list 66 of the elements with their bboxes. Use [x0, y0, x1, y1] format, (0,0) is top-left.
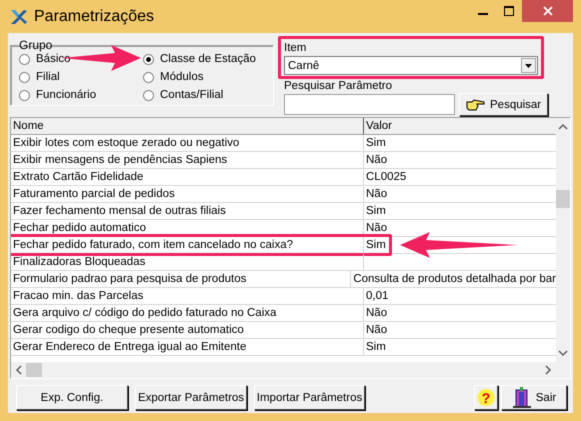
vertical-scrollbar[interactable]	[556, 118, 570, 378]
column-header[interactable]: Valor	[364, 118, 556, 134]
scroll-right-icon[interactable]	[543, 365, 553, 376]
radio-button[interactable]	[143, 72, 154, 82]
table-cell-text: 0,01	[365, 289, 388, 304]
radio-button[interactable]	[19, 72, 30, 82]
radio-label[interactable]: Contas/Filial	[160, 89, 224, 101]
table-cell-text: Não	[365, 323, 388, 338]
table-cell-text: Não	[365, 306, 388, 322]
caret-icon[interactable]	[525, 64, 532, 68]
table-cell-text: Não	[365, 187, 388, 202]
search-button[interactable]: Pesquisar	[459, 93, 548, 116]
help-button[interactable]: ?	[474, 385, 498, 410]
table-cell-text: Não	[365, 221, 388, 236]
table-cell: Faturamento parcial de pedidos	[11, 186, 364, 202]
table-cell-text: Consulta de produtos detalhada por bar	[352, 272, 556, 288]
scroll-left-icon[interactable]	[14, 365, 24, 376]
table-cell: Fracao min. das Parcelas	[11, 288, 364, 304]
horizontal-scrollbar[interactable]	[11, 362, 556, 378]
table-cell: Fazer fechamento mensal de outras filiais	[11, 203, 364, 220]
table-cell-text: Sim	[365, 238, 386, 254]
action-button[interactable]: Importar Parâmetros	[254, 385, 365, 410]
maximize-icon[interactable]	[504, 6, 514, 16]
radio-label[interactable]: Módulos	[160, 71, 204, 83]
item-dropdown[interactable]: Carnê	[284, 56, 538, 75]
exit-button[interactable]: Sair	[501, 385, 567, 410]
action-button[interactable]: Exportar Parâmetros	[135, 385, 247, 410]
door-icon	[512, 386, 532, 409]
table-cell: Gerar Endereco de Entrega igual ao Emitente	[11, 339, 364, 356]
table-cell: Exibir lotes com estoque zerado ou negativo	[11, 135, 364, 152]
table-cell: Fechar pedido automatico	[11, 220, 364, 236]
table-cell: Extrato Cartão Fidelidade	[11, 169, 364, 186]
scroll-up-icon[interactable]	[558, 122, 568, 132]
table-cell-text: Sim	[365, 340, 386, 356]
scrollbar-thumb[interactable]	[26, 363, 42, 378]
close-button[interactable]	[522, 0, 573, 22]
table-cell-text: Sim	[365, 204, 386, 220]
radio-label[interactable]: Filial	[36, 71, 60, 83]
radio-button[interactable]	[143, 54, 154, 64]
table-cell-text: Sim	[365, 136, 386, 152]
scrollbar-thumb[interactable]	[556, 190, 570, 208]
table-cell: Formulario padrao para pesquisa de produtos	[11, 271, 352, 288]
group-title: Grupo	[19, 38, 52, 52]
column-header[interactable]: Nome	[11, 118, 364, 134]
table-cell: Gera arquivo c/ código do pedido faturado no Caixa	[11, 305, 364, 322]
table-cell-text: CL0025	[365, 170, 406, 186]
radio-label[interactable]: Básico	[36, 53, 71, 65]
table-cell: Finalizadoras Bloqueadas	[11, 254, 364, 270]
field-label: Item	[284, 41, 308, 55]
radio-label[interactable]: Classe de Estação	[160, 53, 256, 65]
field-label: Pesquisar Parâmetro	[283, 80, 394, 93]
radio-label[interactable]: Funcionário	[36, 89, 96, 101]
table-cell: Gerar codigo do cheque presente automatico	[11, 322, 364, 338]
radio-button[interactable]	[19, 90, 30, 100]
app-logo-icon	[10, 8, 28, 24]
search-field[interactable]	[284, 94, 455, 115]
scroll-down-icon[interactable]	[558, 348, 568, 358]
radio-button[interactable]	[19, 54, 30, 64]
table-cell-text: Não	[365, 153, 388, 168]
pointing-hand-icon	[466, 98, 486, 110]
action-button[interactable]: Exp. Config.	[16, 385, 128, 410]
window-title: Parametrizações	[34, 8, 154, 26]
radio-button[interactable]	[143, 90, 154, 100]
table-cell: Exibir mensagens de pendências Sapiens	[11, 152, 364, 168]
close-icon[interactable]	[542, 6, 552, 16]
table-cell: Fechar pedido faturado, com item cancelado no caixa?	[11, 237, 364, 254]
